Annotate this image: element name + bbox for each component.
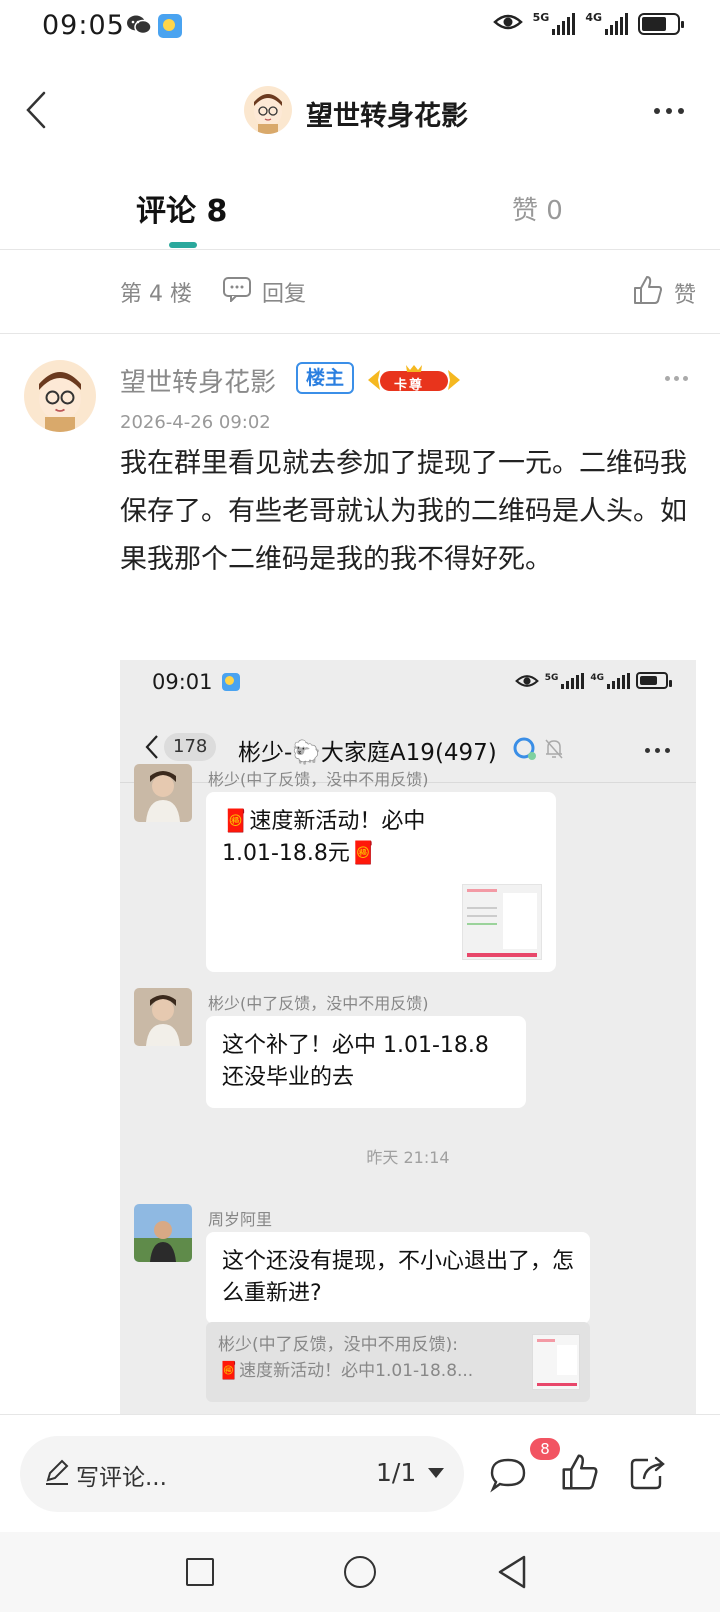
signal-icon: 4G <box>585 11 628 35</box>
page-title: 望世转身花影 <box>306 101 468 132</box>
back-arrow-icon <box>144 734 160 760</box>
signal-icon: 4G <box>590 672 630 689</box>
message-bubble: 🧧速度新活动！必中1.01-18.8元🧧 <box>206 792 556 972</box>
time-divider: 昨天 21:14 <box>366 1148 450 1167</box>
comment-image[interactable]: 09:01 5G 4G 178 彬少-🐑大家庭A19(497) 彬少(中了反馈，… <box>120 660 696 1414</box>
sender-avatar <box>134 988 192 1046</box>
comment-icon[interactable] <box>488 1454 528 1494</box>
tab-active-indicator <box>169 242 197 248</box>
more-dots-icon[interactable] <box>654 108 684 114</box>
quote-line: 🧧速度新活动！必中1.01-18.8... <box>218 1361 474 1381</box>
quoted-message: 彬少(中了反馈，没中不用反馈): 🧧速度新活动！必中1.01-18.8... <box>206 1322 590 1402</box>
sender-avatar <box>134 764 192 822</box>
back-icon[interactable] <box>496 1554 528 1594</box>
divider <box>0 333 720 334</box>
unread-count: 178 <box>164 733 217 761</box>
tab-comments[interactable]: 评论 8 <box>136 186 227 230</box>
vip-badge-label: 卡尊 <box>394 378 425 393</box>
floor-label: 第 4 楼 <box>120 282 192 307</box>
divider <box>0 249 720 250</box>
screenshot-time: 09:01 <box>152 670 213 694</box>
mute-bell-icon <box>544 738 564 764</box>
back-arrow-icon[interactable] <box>22 90 52 130</box>
sender-avatar <box>134 1204 192 1262</box>
battery-icon <box>638 13 684 35</box>
sender-name: 周岁阿里 <box>208 1210 273 1229</box>
eye-icon <box>492 12 523 36</box>
status-icons: 5G 4G <box>492 11 684 36</box>
vip-badge: 卡尊 <box>366 364 462 396</box>
battery-icon <box>636 672 672 689</box>
status-time: 09:05 <box>42 10 125 41</box>
owner-badge: 楼主 <box>296 362 355 394</box>
home-icon[interactable] <box>344 1556 376 1588</box>
reply-icon <box>222 276 252 308</box>
comment-placeholder: 写评论... <box>76 1465 167 1491</box>
signal-icon: 5G <box>532 11 576 35</box>
network-label: 5G <box>544 672 559 683</box>
header-avatar[interactable] <box>244 86 292 134</box>
wechat-icon <box>126 14 152 40</box>
message-bubble: 这个补了！必中 1.01-18.8 还没毕业的去 <box>206 1016 526 1108</box>
pen-icon <box>44 1458 70 1486</box>
thumbs-up-icon <box>632 274 664 312</box>
network-label: 5G <box>532 11 550 24</box>
quote-line: 彬少(中了反馈，没中不用反馈): <box>218 1335 458 1355</box>
quote-image-thumbnail <box>532 1334 580 1390</box>
network-label: 4G <box>585 11 602 24</box>
message-text: 🧧速度新活动！必中1.01-18.8元🧧 <box>222 809 426 866</box>
comment-date: 2026-4-26 09:02 <box>120 412 271 433</box>
author-name[interactable]: 望世转身花影 <box>120 362 276 399</box>
page-indicator[interactable]: 1/1 <box>376 1458 416 1487</box>
system-nav-bar <box>0 1532 720 1612</box>
chat-title: 彬少-🐑大家庭A19(497) <box>238 740 497 766</box>
recent-apps-icon[interactable] <box>186 1558 214 1586</box>
like-button[interactable]: 赞 <box>632 274 696 312</box>
comment-input[interactable]: 写评论... 1/1 <box>20 1436 464 1512</box>
eye-icon <box>514 674 539 687</box>
divider <box>0 1414 720 1415</box>
message-bubble: 这个还没有提现，不小心退出了，怎么重新进? <box>206 1232 590 1324</box>
weather-icon <box>222 673 240 691</box>
thumbs-up-icon[interactable] <box>560 1452 600 1492</box>
signal-icon: 5G <box>544 672 585 689</box>
sender-name: 彬少(中了反馈，没中不用反馈) <box>208 994 429 1013</box>
comment-count-badge: 8 <box>530 1438 560 1460</box>
sender-name: 彬少(中了反馈，没中不用反馈) <box>208 770 429 789</box>
chat-status-icon <box>512 736 538 766</box>
comment-more-icon[interactable] <box>665 376 688 381</box>
like-label: 赞 <box>673 283 696 308</box>
weather-icon <box>158 14 182 38</box>
more-dots-icon <box>645 748 670 753</box>
screenshot-status-icons: 5G 4G <box>514 672 672 689</box>
reply-label: 回复 <box>262 282 307 307</box>
message-image-thumbnail <box>462 884 542 960</box>
share-icon[interactable] <box>628 1452 668 1492</box>
comment-text: 我在群里看见就去参加了提现了一元。二维码我保存了。有些老哥就认为我的二维码是人头… <box>120 448 687 575</box>
network-label: 4G <box>590 672 604 683</box>
author-avatar[interactable] <box>24 360 96 432</box>
chevron-down-icon[interactable] <box>428 1468 444 1478</box>
reply-button[interactable]: 回复 <box>222 276 306 308</box>
tab-likes[interactable]: 赞 0 <box>512 190 563 227</box>
